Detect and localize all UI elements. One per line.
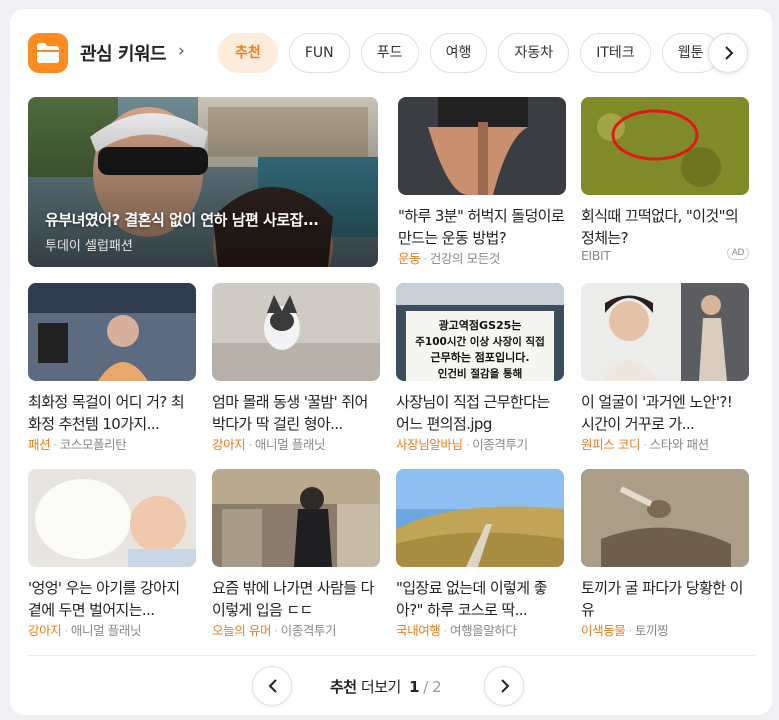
keyword-card: 관심 키워드 › 추천 FUN 푸드 여행 자동차 IT테크 웹툰 유부녀였어?… [10,9,772,715]
article-source: 토끼찡 [634,623,669,638]
feature-article[interactable]: 유부녀였어? 결혼식 없이 연하 남편 사로잡... 투데이 셀럽패션 [28,97,378,267]
article-card[interactable]: 광고역점GS25는 주100시간 이상 사장이 직접 근무하는 점포입니다. 인… [396,283,564,453]
article-title[interactable]: "하루 3분" 허벅지 돌덩이로 만드는 운동 방법? [398,205,566,249]
article-category[interactable]: 패션 [28,437,51,452]
article-thumbnail[interactable] [398,97,566,195]
feature-source: 투데이 셀럽패션 [45,239,133,254]
tab-food[interactable]: 푸드 [360,33,419,73]
article-meta: 강아지 · 애니멀 플래닛 [212,437,326,452]
article-meta: 운동 · 건강의 모든것 [398,251,501,266]
feature-title[interactable]: 유부녀였어? 결혼식 없이 연하 남편 사로잡... [45,209,361,230]
article-title[interactable]: 엄마 몰래 동생 '꿀밤' 쥐어박다가 딱 걸린 형아... [212,391,380,435]
keyword-tabs: 추천 FUN 푸드 여행 자동차 IT테크 웹툰 [218,33,742,73]
article-meta: 사장님알바님 · 이종격투기 [396,437,528,452]
divider [27,655,755,656]
pager-label-a: 추천 [330,678,357,696]
pager-current: 1 [409,678,420,696]
article-title[interactable]: 최화정 목걸이 어디 거? 최화정 추천템 10가지... [28,391,196,435]
article-thumbnail[interactable]: 광고역점GS25는 주100시간 이상 사장이 직접 근무하는 점포입니다. 인… [396,283,564,381]
chevron-right-icon [501,679,510,693]
article-title[interactable]: "입장료 없는데 이렇게 좋아?" 하루 코스로 딱... [396,577,564,621]
article-card[interactable]: 요즘 밖에 나가면 사람들 다 이렇게 입음 ㄷㄷ 오늘의 유머 · 이종격투기 [212,469,380,639]
article-category[interactable]: 국내여행 [396,623,441,638]
article-source: 애니멀 플래닛 [254,437,326,452]
article-meta: 강아지 · 애니멀 플래닛 [28,623,142,638]
pager-label-b: 더보기 [360,678,401,696]
article-title[interactable]: '엉엉' 우는 아기를 강아지 곁에 두면 벌어지는... [28,577,196,621]
tab-travel[interactable]: 여행 [429,33,488,73]
tabs-next-button[interactable] [708,33,748,73]
article-category[interactable]: 원피스 코디 [581,437,640,452]
tab-recommend[interactable]: 추천 [218,33,278,73]
article-card[interactable]: '엉엉' 우는 아기를 강아지 곁에 두면 벌어지는... 강아지 · 애니멀 플래… [28,469,196,639]
article-title[interactable]: 요즘 밖에 나가면 사람들 다 이렇게 입음 ㄷㄷ [212,577,380,621]
pager-label: 추천 더보기 1 / 2 [330,676,442,697]
folder-icon [28,33,68,73]
sign-line: 근무하는 점포입니다. [430,350,529,364]
chevron-left-icon [268,679,277,693]
article-source: 코스모폴리탄 [59,437,127,452]
ad-badge: AD [726,248,749,260]
ad-card[interactable]: 회식때 끄떡없다, "이것"의 정체는? EIBIT AD [581,97,749,267]
article-thumbnail[interactable] [212,283,380,381]
article-meta: 원피스 코디 · 스타와 패션 [581,437,709,452]
article-thumbnail[interactable] [581,97,749,195]
article-meta: 오늘의 유머 · 이종격투기 [212,623,337,638]
article-thumbnail[interactable] [212,469,380,567]
sign-line: 인건비 절감을 통해 [438,367,523,380]
article-category[interactable]: 오늘의 유머 [212,623,271,638]
chevron-right-icon [725,46,734,60]
article-source: 건강의 모든것 [429,251,501,266]
article-meta: 패션 · 코스모폴리탄 [28,437,127,452]
feature-thumbnail[interactable]: 유부녀였어? 결혼식 없이 연하 남편 사로잡... 투데이 셀럽패션 [28,97,378,267]
article-category[interactable]: 강아지 [28,623,62,638]
prev-page-button[interactable] [252,666,292,706]
article-source: 스타와 패션 [649,437,709,452]
article-card[interactable]: 이 얼굴이 '과거엔 노안'?! 시간이 거꾸로 가... 원피스 코디 · 스타와… [581,283,749,453]
article-card[interactable]: 엄마 몰래 동생 '꿀밤' 쥐어박다가 딱 걸린 형아... 강아지 · 애니멀 플… [212,283,380,453]
article-thumbnail[interactable] [581,283,749,381]
article-source: 이종격투기 [280,623,337,638]
article-meta: 이색동물 · 토끼찡 [581,623,669,638]
article-title[interactable]: 회식때 끄떡없다, "이것"의 정체는? [581,205,749,249]
article-card[interactable]: 토끼가 굴 파다가 당황한 이유 이색동물 · 토끼찡 [581,469,749,639]
next-page-button[interactable] [484,666,524,706]
article-card[interactable]: "입장료 없는데 이렇게 좋아?" 하루 코스로 딱... 국내여행 · 여행을말하… [396,469,564,639]
article-title[interactable]: 토끼가 굴 파다가 당황한 이유 [581,577,749,621]
article-card[interactable]: "하루 3분" 허벅지 돌덩이로 만드는 운동 방법? 운동 · 건강의 모든것 [398,97,566,267]
article-meta: 국내여행 · 여행을말하다 [396,623,517,638]
article-category[interactable]: 운동 [398,251,421,266]
article-thumbnail[interactable] [581,469,749,567]
pager-separator: / [423,678,428,696]
article-category[interactable]: 이색동물 [581,623,626,638]
article-card[interactable]: 최화정 목걸이 어디 거? 최화정 추천템 10가지... 패션 · 코스모폴리탄 [28,283,196,453]
chevron-right-icon[interactable]: › [178,41,185,61]
article-source: 애니멀 플래닛 [70,623,142,638]
article-thumbnail[interactable] [396,469,564,567]
header-title[interactable]: 관심 키워드 [80,40,167,66]
article-category[interactable]: 강아지 [212,437,246,452]
sign-line: 광고역점GS25는 [439,318,522,332]
article-thumbnail[interactable] [28,283,196,381]
article-title[interactable]: 사장님이 직접 근무한다는 어느 편의점.jpg [396,391,564,435]
article-title[interactable]: 이 얼굴이 '과거엔 노안'?! 시간이 거꾸로 가... [581,391,749,435]
article-category[interactable]: 사장님알바님 [396,437,463,452]
tab-it-tech[interactable]: IT테크 [580,33,651,73]
article-source: EIBIT [581,248,611,263]
article-meta: EIBIT AD [581,248,749,263]
article-thumbnail[interactable] [28,469,196,567]
article-source: 이종격투기 [472,437,528,452]
article-source: 여행을말하다 [449,623,517,638]
pager-total: 2 [432,678,442,696]
tab-car[interactable]: 자동차 [498,33,570,73]
sign-line: 주100시간 이상 사장이 직접 [415,335,544,348]
tab-fun[interactable]: FUN [288,33,350,73]
